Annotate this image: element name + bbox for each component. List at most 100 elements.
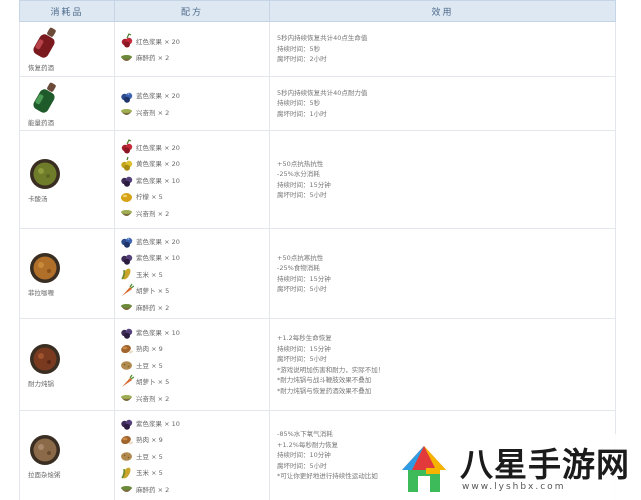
effect-line: 持续时间：15分钟 [277,274,331,283]
ingredient-label: 紫色浆果 × 10 [136,419,180,428]
ingredient-label: 兴奋剂 × 2 [136,394,170,403]
effect-cell: +50点抗寒抗性 -25%食物消耗 持续时间：15分钟 腐坏时间：5小时 [269,228,616,319]
item-cell: 菲拉咖喱 [19,228,115,319]
ingredient-item: 紫色浆果 × 10 [119,323,269,340]
item-cell: 恢复药酒 [19,21,115,77]
effect-line: *耐力炖锅与战斗鞭肢效果不叠加 [277,376,372,384]
ingredient-item: 红色浆果 × 20 [119,138,269,155]
header-recipe: 配方 [114,0,270,22]
effect-cell: 5秒内持续恢复共计40点生命值 持续时间：5秒 腐坏时间：2小时 [269,21,616,77]
stimulant-bowl-icon [121,109,132,116]
ingredient-item: 兴奋剂 × 2 [119,389,269,406]
cooked-meat-icon [121,344,134,354]
recipe-cell: 紫色浆果 × 10 熟肉 × 9 土豆 × 5 玉米 × 5 麻醉药 × 2 [114,410,270,500]
ingredient-label: 玉米 × 5 [136,469,163,477]
potato-icon [121,361,132,370]
cooked-meat-icon [121,435,134,445]
item-name: 恢复药酒 [28,64,54,72]
watermark-site-name: 八星手游网 [460,445,630,484]
ingredient-item: 紫色浆果 × 10 [119,249,269,266]
red-berry-icon [121,139,133,154]
consumables-table: 消耗品 配方 效用 恢复药酒红色浆果 × 20 麻醉药 × 2 5秒内持续恢复共计4… [19,0,616,500]
effect-line: 腐坏时间：1小时 [277,109,327,118]
header-consumable: 消耗品 [19,0,115,22]
ingredient-label: 蓝色浆果 × 20 [136,92,180,101]
item-cell: 拉面杂烩粥 [19,410,115,500]
item-cell: 卡酸汤 [19,130,115,229]
curry-bowl-icon [30,252,60,283]
effect-cell: +1.2每秒生命恢复 持续时间：15分钟 腐坏时间：5小时 *游戏说明加伤害和耐力，实… [269,318,616,411]
ingredient-item: 熟肉 × 9 [119,431,269,448]
item-block: 菲拉咖喱 [24,251,114,297]
effect-line: +1.2每秒生命恢复 [277,334,332,342]
item-block: 耐力炖锅 [24,342,114,388]
red-potion-bottle-icon [33,27,56,58]
lemon-icon [121,192,132,202]
ingredient-item: 蓝色浆果 × 20 [119,232,269,249]
ingredient-label: 兴奋剂 × 2 [136,209,170,218]
potato-icon [121,452,132,461]
ingredient-label: 玉米 × 5 [136,270,163,279]
colorful-house-logo-icon [402,446,446,492]
ingredient-item: 紫色浆果 × 10 [119,171,269,188]
item-name: 能量药酒 [28,118,54,127]
effect-line: 腐坏时间：5小时 [277,355,327,363]
carrot-icon [122,283,134,296]
ingredient-item: 胡萝卜 × 5 [119,282,269,299]
effect-line: +50点抗热抗性 [277,159,324,168]
ingredient-label: 麻醉药 × 2 [136,303,170,312]
item-cell: 能量药酒 [19,76,115,131]
table-row: 能量药酒 蓝色浆果 × 20 兴奋剂 × 2 5秒内持续恢复共计40点耐力值 持续时间：… [19,76,616,131]
item-cell: 耐力炖锅 [19,318,115,411]
ingredient-item: 胡萝卜 × 5 [119,373,269,390]
effect-line: 腐坏时间：2小时 [277,55,327,64]
blue-berry-icon [121,92,133,103]
effect-cell: 5秒内持续恢复共计40点耐力值 持续时间：5秒 腐坏时间：1小时 [269,76,616,131]
ingredient-label: 土豆 × 5 [136,361,163,370]
effect-line: 5秒内持续恢复共计40点生命值 [277,34,368,43]
narcotic-bowl-icon [121,486,132,492]
porridge-bowl-icon [30,434,60,465]
ingredient-label: 紫色浆果 × 10 [136,176,180,185]
corn-icon [121,467,131,478]
purple-berry-icon [121,419,133,430]
item-block: 拉面杂烩粥 [24,433,114,479]
effect-line: 5秒内持续恢复共计40点耐力值 [277,88,368,97]
item-block: 能量药酒 [24,81,114,127]
item-name: 菲拉咖喱 [28,288,54,297]
stimulant-bowl-icon [121,210,132,216]
green-soup-bowl-icon [30,158,60,189]
table-header-row: 消耗品 配方 效用 [19,0,616,22]
table-body: 恢复药酒红色浆果 × 20 麻醉药 × 2 5秒内持续恢复共计40点生命值 持续时间：… [19,21,616,500]
red-berry-icon [121,33,133,48]
recipe-cell: 红色浆果 × 20 黄色浆果 × 20 紫色浆果 × 10 柠檬 × 5 兴奋剂 × 2 [114,130,270,229]
ingredient-label: 熟肉 × 9 [136,345,163,353]
ingredient-label: 黄色浆果 × 20 [136,160,180,168]
purple-berry-icon [121,328,133,339]
ingredient-item: 土豆 × 5 [119,356,269,373]
ingredient-label: 紫色浆果 × 10 [136,254,180,262]
ingredient-item: 柠檬 × 5 [119,188,269,205]
ingredient-item: 兴奋剂 × 2 [119,204,269,221]
ingredient-label: 熟肉 × 9 [136,436,163,444]
ingredient-label: 柠檬 × 5 [136,193,163,201]
ingredient-item: 麻醉药 × 2 [119,49,269,66]
ingredient-item: 土豆 × 5 [119,447,269,464]
ingredient-label: 土豆 × 5 [136,452,163,461]
table-row: 耐力炖锅 紫色浆果 × 10 熟肉 × 9 土豆 × 5 胡萝卜 × 5 兴奋剂 × 2 +… [19,318,616,411]
carrot-icon [122,374,134,387]
effect-line: -25%食物消耗 [277,264,320,272]
ingredient-label: 蓝色浆果 × 20 [136,237,180,246]
item-name: 拉面杂烩粥 [28,470,61,479]
ingredient-item: 紫色浆果 × 10 [119,414,269,431]
item-name: 卡酸汤 [28,194,48,203]
ingredient-item: 兴奋剂 × 2 [119,104,269,121]
ingredient-item: 麻醉药 × 2 [119,480,269,497]
effect-line: -25%水分消耗 [277,170,320,178]
blue-berry-icon [121,237,133,248]
purple-berry-icon [121,176,133,187]
yellow-berry-icon [121,156,133,171]
effect-line: *游戏说明加伤害和耐力，实际不加！ [277,365,385,374]
stew-bowl-icon [30,343,60,374]
ingredient-label: 麻醉药 × 2 [136,54,170,63]
